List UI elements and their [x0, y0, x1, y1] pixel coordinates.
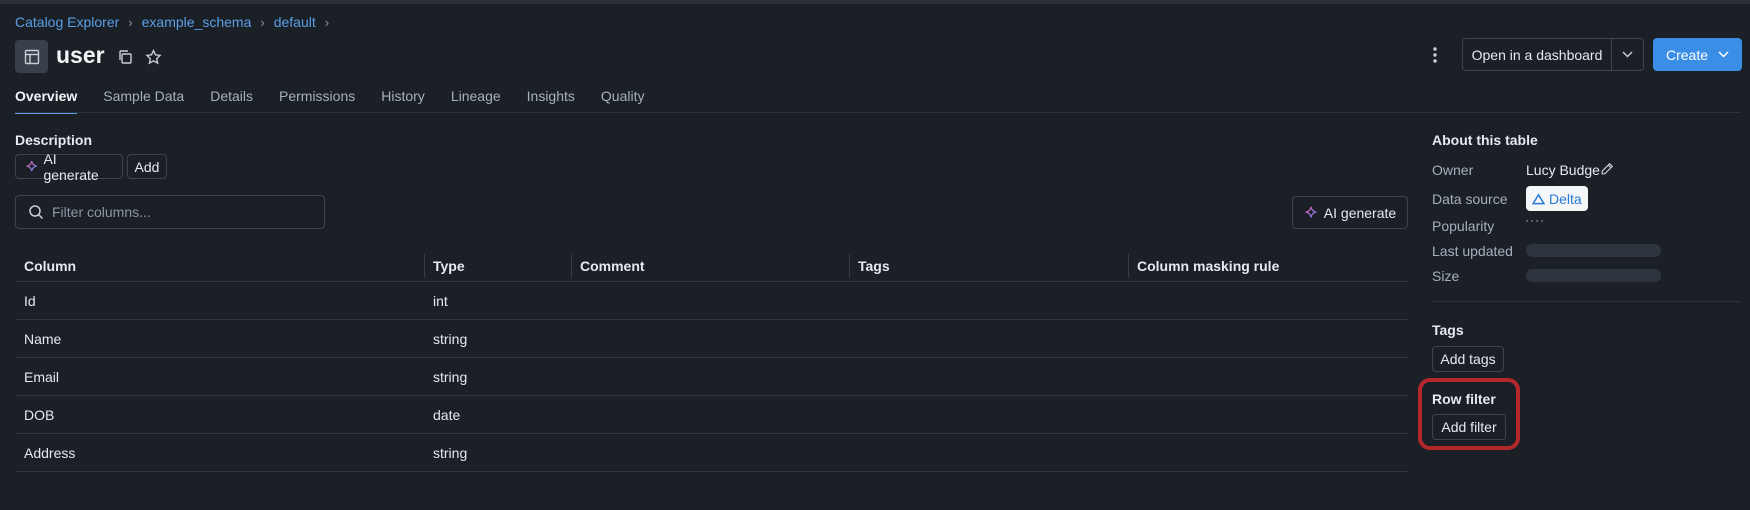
- columns-table: Column Type Comment Tags Column masking …: [15, 250, 1408, 472]
- tab-sample-data[interactable]: Sample Data: [103, 88, 184, 114]
- table-row[interactable]: Address string: [15, 434, 1408, 472]
- tab-history[interactable]: History: [381, 88, 425, 114]
- open-in-dashboard-button[interactable]: Open in a dashboard: [1462, 38, 1612, 71]
- chevron-right-icon: ›: [260, 14, 265, 30]
- about-table-title: About this table: [1432, 132, 1538, 148]
- size-label: Size: [1432, 268, 1460, 284]
- tab-insights[interactable]: Insights: [527, 88, 575, 114]
- description-add-button[interactable]: Add: [127, 154, 167, 179]
- chevron-down-icon: [1622, 51, 1633, 58]
- panel-divider: [1432, 301, 1741, 302]
- data-source-value: Delta: [1549, 190, 1582, 207]
- owner-value: Lucy Budge: [1526, 162, 1600, 178]
- column-type-cell: string: [433, 330, 468, 347]
- data-source-label: Data source: [1432, 191, 1508, 207]
- filter-columns-input[interactable]: [52, 204, 312, 220]
- column-name-cell: Address: [24, 444, 76, 461]
- column-type-cell: int: [433, 292, 448, 309]
- ai-generate-label: AI generate: [1323, 204, 1397, 221]
- create-button-label: Create: [1665, 46, 1709, 63]
- add-tags-button[interactable]: Add tags: [1432, 346, 1504, 372]
- sparkle-icon: [26, 160, 37, 171]
- last-updated-label: Last updated: [1432, 243, 1513, 259]
- tab-details[interactable]: Details: [210, 88, 253, 114]
- breadcrumb-default[interactable]: default: [274, 14, 316, 30]
- column-name-cell: Id: [24, 292, 36, 309]
- last-updated-skeleton: [1526, 244, 1661, 257]
- table-row[interactable]: DOB date: [15, 396, 1408, 434]
- chevron-right-icon: ›: [128, 14, 133, 30]
- ai-generate-label: AI generate: [43, 150, 99, 183]
- column-name-cell: Name: [24, 330, 62, 347]
- chevron-down-icon: [1718, 51, 1729, 58]
- tab-lineage[interactable]: Lineage: [451, 88, 501, 114]
- tags-label: Tags: [1432, 322, 1464, 338]
- description-ai-generate-button[interactable]: AI generate: [15, 151, 123, 183]
- column-type-cell: string: [433, 368, 468, 385]
- tab-overview[interactable]: Overview: [15, 88, 78, 114]
- columns-ai-generate-button[interactable]: AI generate: [1292, 196, 1408, 229]
- header-type[interactable]: Type: [424, 250, 571, 281]
- row-filter-highlight: [1418, 378, 1520, 450]
- tab-quality[interactable]: Quality: [601, 88, 645, 114]
- data-source-badge[interactable]: Delta: [1526, 186, 1588, 211]
- copy-icon[interactable]: [113, 45, 137, 69]
- breadcrumb-schema[interactable]: example_schema: [142, 14, 252, 30]
- column-type-cell: string: [433, 444, 468, 461]
- header-comment[interactable]: Comment: [571, 250, 849, 281]
- search-icon: [29, 205, 44, 220]
- delta-icon: [1532, 192, 1545, 204]
- table-icon: [15, 40, 48, 73]
- more-options-icon[interactable]: [1422, 42, 1448, 68]
- create-button[interactable]: Create: [1653, 38, 1742, 71]
- popularity-label: Popularity: [1432, 218, 1495, 234]
- column-name-cell: DOB: [24, 406, 55, 423]
- tab-bar: Overview Sample Data Details Permissions…: [15, 88, 670, 114]
- size-skeleton: [1526, 269, 1661, 282]
- table-row[interactable]: Name string: [15, 320, 1408, 358]
- tab-permissions[interactable]: Permissions: [279, 88, 355, 114]
- header-column-masking-rule[interactable]: Column masking rule: [1128, 250, 1408, 281]
- star-icon[interactable]: [141, 45, 165, 69]
- breadcrumb: Catalog Explorer › example_schema › defa…: [15, 14, 338, 30]
- table-row[interactable]: Email string: [15, 358, 1408, 396]
- header-column[interactable]: Column: [15, 250, 424, 281]
- table-row[interactable]: Id int: [15, 282, 1408, 320]
- table-header: Column Type Comment Tags Column masking …: [15, 250, 1408, 282]
- column-type-cell: date: [433, 406, 461, 423]
- filter-columns-field[interactable]: [15, 195, 325, 229]
- edit-pencil-icon[interactable]: [1597, 158, 1617, 180]
- owner-label: Owner: [1432, 162, 1474, 178]
- chevron-right-icon: ›: [324, 14, 330, 30]
- header-tags[interactable]: Tags: [849, 250, 1128, 281]
- tabs-divider: [15, 112, 1741, 113]
- page-title: user: [56, 42, 105, 68]
- popularity-bars: [1526, 220, 1543, 222]
- breadcrumb-catalog-explorer[interactable]: Catalog Explorer: [15, 14, 119, 30]
- column-name-cell: Email: [24, 368, 60, 385]
- description-label: Description: [15, 132, 93, 148]
- sparkle-icon: [1305, 206, 1317, 218]
- top-border: [0, 0, 1750, 4]
- open-dashboard-dropdown-button[interactable]: [1611, 38, 1644, 71]
